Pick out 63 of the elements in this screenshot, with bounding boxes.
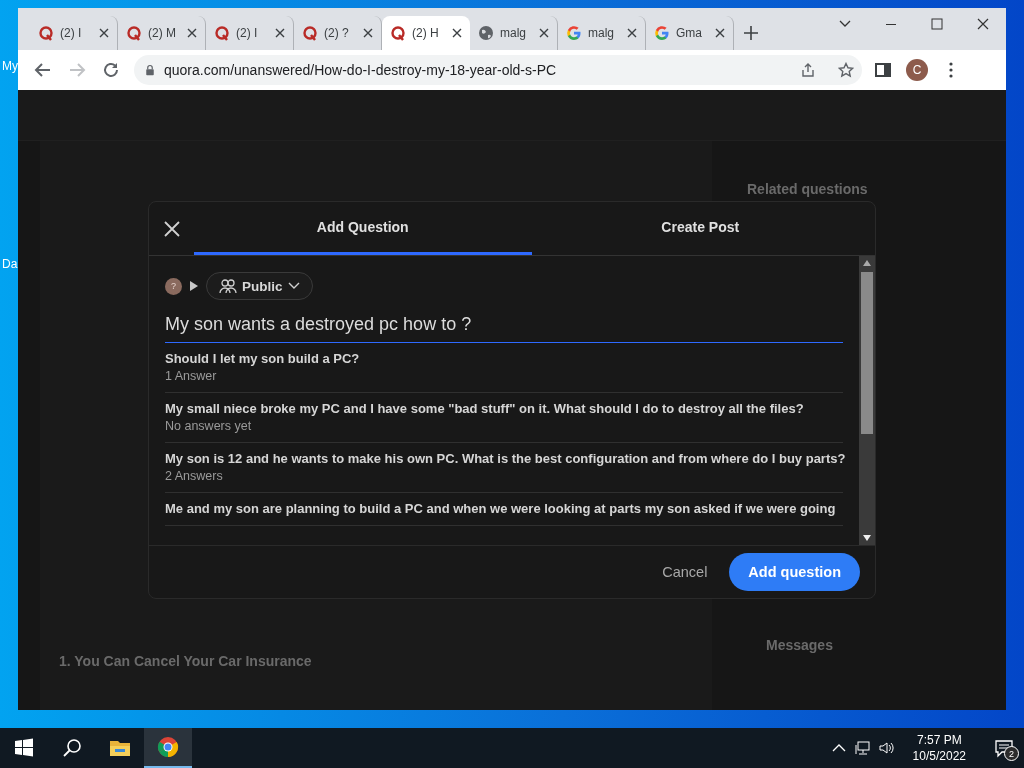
scrollbar[interactable] (859, 256, 875, 545)
play-icon (190, 281, 198, 291)
close-icon (162, 219, 181, 238)
suggestion-title: My small niece broke my PC and I have some "bad stuff" on it. What should I do to destroy all the files? (165, 401, 805, 416)
notification-count: 2 (1004, 746, 1019, 761)
google-icon (566, 25, 582, 41)
notifications-button[interactable]: 2 (984, 728, 1024, 768)
desktop-icon-label: My (2, 59, 18, 73)
date-text: 10/5/2022 (912, 748, 966, 764)
close-icon[interactable] (363, 28, 373, 38)
search-icon[interactable] (61, 737, 83, 759)
network-icon[interactable] (854, 740, 871, 756)
audience-dropdown[interactable]: Public (206, 272, 313, 300)
related-questions-heading: Related questions (747, 181, 869, 197)
suggestion-title: Should I let my son build a PC? (165, 351, 361, 366)
close-icon[interactable] (99, 28, 109, 38)
cancel-button[interactable]: Cancel (652, 556, 718, 588)
dialog-tab[interactable]: Add Question (194, 202, 532, 255)
chrome-icon[interactable] (157, 736, 179, 758)
answer-count: 1 Answer (165, 369, 218, 383)
suggestion-title: My son is 12 and he wants to make his own PC. What is the best configuration and from where do I buy parts? (165, 451, 843, 466)
side-panel-icon[interactable] (874, 61, 892, 79)
profile-avatar[interactable]: C (906, 59, 928, 81)
dialog-tab[interactable]: Create Post (531, 202, 869, 255)
close-icon[interactable] (275, 28, 285, 38)
messages-label: Messages (766, 637, 834, 653)
google-icon (654, 25, 670, 41)
suggested-question[interactable]: My small niece broke my PC and I have some "bad stuff" on it. What should I do to destroy all the files? No answers yet (165, 393, 843, 443)
close-icon[interactable] (452, 28, 462, 38)
suggestion-title: Me and my son are planning to build a PC and when we were looking at parts my son asked if we were going (165, 501, 837, 516)
desktop-icon-label: Da (2, 257, 18, 271)
chevron-down-icon (287, 282, 300, 290)
url-text: quora.com/unanswered/How-do-I-destroy-my-18-year-old-s-PC (164, 62, 558, 78)
volume-icon[interactable] (878, 740, 895, 756)
article-heading: 1. You Can Cancel Your Car Insurance (59, 653, 313, 669)
share-icon[interactable] (800, 62, 816, 78)
question-input[interactable]: My son wants a destroyed pc how to ? (165, 310, 843, 343)
suggested-question[interactable]: Should I let my son build a PC? 1 Answer (165, 343, 843, 393)
back-icon[interactable] (34, 61, 52, 79)
clock[interactable]: 7:57 PM 10/5/2022 (902, 732, 976, 764)
address-bar[interactable]: quora.com/unanswered/How-do-I-destroy-my-18-year-old-s-PC (134, 55, 862, 85)
scroll-down-icon[interactable] (863, 535, 871, 541)
time-text: 7:57 PM (916, 732, 962, 748)
close-icon[interactable] (627, 28, 637, 38)
lock-icon (144, 62, 156, 78)
star-icon[interactable] (838, 62, 854, 78)
answer-count: 2 Answers (165, 469, 224, 483)
answer-count: No answers yet (165, 419, 253, 433)
close-icon[interactable] (187, 28, 197, 38)
message-icon (994, 738, 1014, 758)
browser-tab[interactable]: (2) H (382, 16, 470, 50)
suggested-question[interactable]: Me and my son are planning to build a PC and when we were looking at parts my son asked if we were going (165, 493, 843, 526)
scroll-up-icon[interactable] (863, 260, 871, 266)
reload-icon[interactable] (102, 61, 120, 79)
people-icon (219, 278, 237, 294)
user-avatar: ? (165, 277, 182, 295)
close-icon[interactable] (539, 28, 549, 38)
suggested-question[interactable]: My son is 12 and he wants to make his own PC. What is the best configuration and from where do I buy parts? 2 Answers (165, 443, 843, 493)
close-icon[interactable] (715, 28, 725, 38)
globe-icon (478, 25, 494, 41)
start-icon[interactable] (13, 737, 35, 759)
add-question-button[interactable]: Add question (729, 553, 860, 591)
new-tab-icon[interactable] (744, 26, 758, 40)
